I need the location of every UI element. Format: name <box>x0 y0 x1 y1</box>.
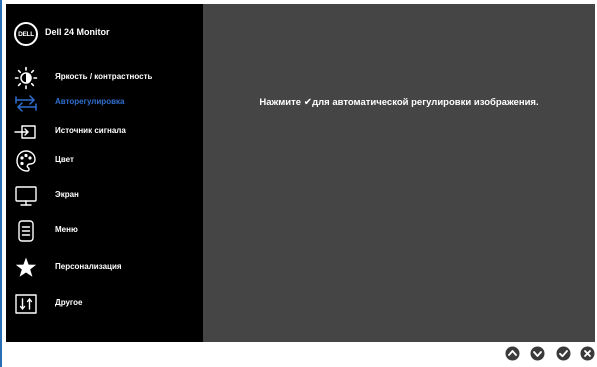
display-monitor-icon <box>14 184 38 208</box>
menu-label: Персонализация <box>55 262 122 271</box>
menu-item-personalize[interactable]: Персонализация <box>6 256 203 280</box>
left-edge-line <box>0 0 2 367</box>
osd-menu-window: DELL Dell 24 Monitor Яркость / контрастн… <box>6 4 595 342</box>
menu-item-auto-adjust[interactable]: Авторегулировка <box>6 91 203 115</box>
auto-adjust-message: Нажмите ✔для автоматической регулировки … <box>203 97 595 108</box>
other-settings-icon <box>14 292 38 316</box>
down-button[interactable] <box>530 346 545 361</box>
star-icon <box>14 256 38 280</box>
brightness-icon <box>14 66 38 90</box>
up-button[interactable] <box>505 346 520 361</box>
check-icon: ✔ <box>303 97 313 108</box>
down-arrow-icon <box>530 346 545 361</box>
brand-header: DELL Dell 24 Monitor <box>6 4 203 56</box>
close-icon <box>580 346 595 361</box>
menu-label: Авторегулировка <box>55 97 125 106</box>
check-icon <box>556 346 571 361</box>
menu-label: Экран <box>55 190 79 199</box>
menu-item-display[interactable]: Экран <box>6 184 203 208</box>
input-source-icon <box>14 120 38 144</box>
menu-label: Другое <box>55 298 83 307</box>
menu-label: Цвет <box>55 155 74 164</box>
message-prefix: Нажмите <box>259 97 304 108</box>
menu-item-brightness-contrast[interactable]: Яркость / контрастность <box>6 66 203 90</box>
menu-label: Источник сигнала <box>55 126 126 135</box>
menu-item-color[interactable]: Цвет <box>6 149 203 173</box>
osd-content-panel: Нажмите ✔для автоматической регулировки … <box>203 4 595 342</box>
osd-sidebar: DELL Dell 24 Monitor Яркость / контрастн… <box>6 4 203 342</box>
menu-item-menu[interactable]: Меню <box>6 219 203 243</box>
menu-label: Меню <box>55 225 78 234</box>
exit-button[interactable] <box>580 346 595 361</box>
menu-label: Яркость / контрастность <box>55 72 153 81</box>
up-arrow-icon <box>505 346 520 361</box>
color-palette-icon <box>14 149 38 173</box>
auto-adjust-icon <box>14 91 38 115</box>
monitor-name: Dell 24 Monitor <box>45 27 110 37</box>
message-suffix: для автоматической регулировки изображен… <box>312 97 539 108</box>
dell-logo: DELL <box>14 22 38 46</box>
menu-item-others[interactable]: Другое <box>6 292 203 316</box>
ok-button[interactable] <box>556 346 571 361</box>
menu-icon <box>14 219 38 243</box>
menu-item-input-source[interactable]: Источник сигнала <box>6 120 203 144</box>
